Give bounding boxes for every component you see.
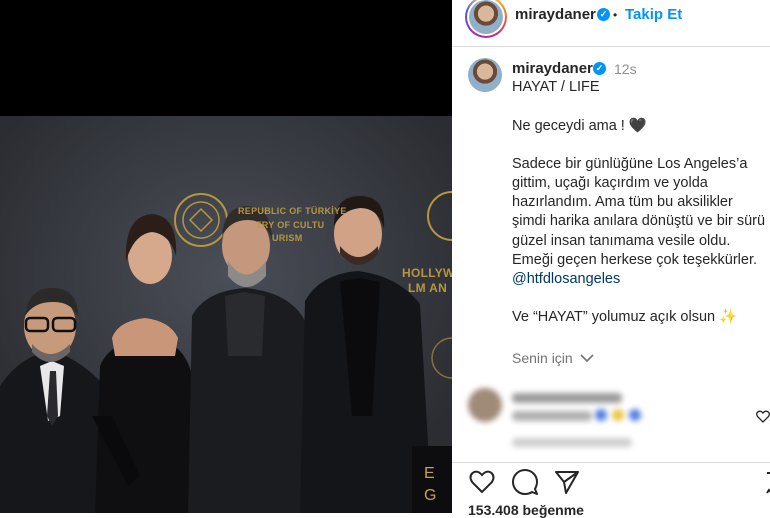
comment-meta-blurred — [512, 438, 632, 447]
caption-line: Emeği geçen herkese çok teşekkürler. — [512, 252, 758, 268]
follow-button[interactable]: Takip Et — [625, 6, 682, 23]
mention-link[interactable]: @htfdlosangeles — [512, 270, 770, 289]
svg-text:G: G — [424, 487, 436, 504]
caption-line: gittim, uçağı kaçırdım ve yolda — [512, 175, 708, 191]
backdrop-text-1: REPUBLIC OF TÜRKİYE — [238, 206, 347, 216]
action-bar — [452, 462, 770, 503]
post-time[interactable]: 12s — [614, 61, 637, 77]
caption-line: şimdi harika anılara dönüştü ve bir sürü — [512, 213, 766, 229]
separator-dot: • — [613, 8, 618, 22]
caption-avatar[interactable] — [468, 58, 502, 92]
post-media[interactable]: E G REPUBLIC OF TÜRKİYE TRY OF CULTU URI… — [0, 0, 452, 513]
svg-text:E: E — [424, 465, 435, 482]
photo-scene: E G — [0, 116, 452, 513]
comment-text-blurred — [512, 411, 592, 421]
backdrop-text-4: HOLLYW — [402, 266, 452, 280]
chevron-down-icon — [580, 354, 594, 363]
caption-line: hazırlandım. Ama tüm bu aksilikler — [512, 194, 733, 210]
comment-emoji-blurred — [612, 409, 624, 421]
translate-toggle[interactable]: Senin için — [512, 350, 594, 366]
caption-line: Sadece bir günlüğüne Los Angeles’a — [512, 156, 748, 172]
story-ring[interactable] — [465, 0, 507, 38]
backdrop-text-3: URISM — [272, 233, 303, 243]
backdrop-text-2: TRY OF CULTU — [256, 220, 325, 230]
caption-closing-line: Ve “HAYAT” yolumuz açık olsun ✨ — [512, 309, 738, 325]
comment-icon[interactable] — [512, 469, 538, 495]
caption-verified-badge-icon: ✓ — [593, 62, 606, 75]
save-icon[interactable] — [766, 472, 770, 494]
heart-icon[interactable] — [469, 470, 495, 494]
share-icon[interactable] — [554, 470, 580, 494]
verified-badge-icon: ✓ — [597, 8, 610, 21]
caption-line: HAYAT / LIFE — [512, 79, 600, 95]
post-header: miraydaner ✓ • Takip Et — [452, 0, 770, 47]
post-side-panel: miraydaner ✓ • Takip Et miraydaner ✓ 12s… — [452, 0, 770, 518]
comment-avatar[interactable] — [468, 388, 502, 422]
caption-line: Ne geceydi ama ! 🖤 — [512, 118, 647, 134]
caption-username[interactable]: miraydaner — [512, 60, 593, 77]
likes-count[interactable]: 153.408 beğenme — [468, 502, 584, 518]
avatar[interactable] — [469, 0, 503, 34]
translate-label: Senin için — [512, 350, 573, 366]
comment-heart-icon[interactable] — [756, 410, 770, 423]
backdrop-text-5: LM AN — [408, 281, 448, 295]
comment-author-blurred — [512, 393, 622, 403]
header-username[interactable]: miraydaner — [515, 6, 596, 23]
post-photo: E G REPUBLIC OF TÜRKİYE TRY OF CULTU URI… — [0, 116, 452, 513]
comment-emoji-blurred — [595, 409, 607, 421]
comment-emoji-blurred — [629, 409, 641, 421]
caption-line: güzel insan tanımama vesile oldu. — [512, 233, 731, 249]
